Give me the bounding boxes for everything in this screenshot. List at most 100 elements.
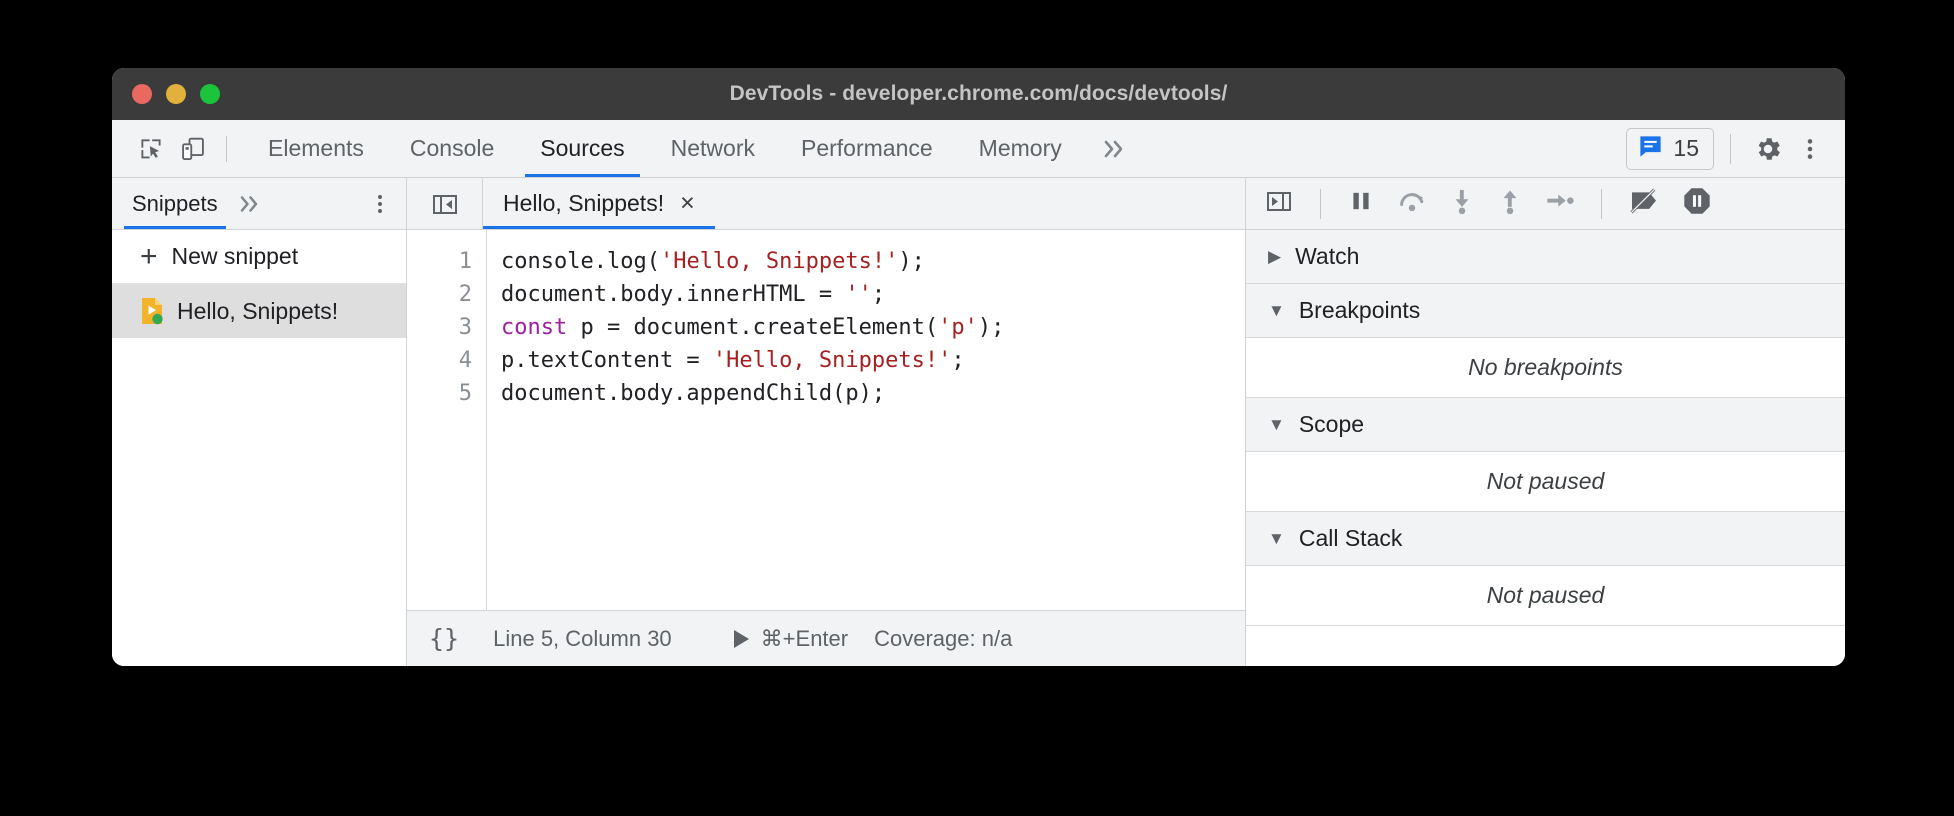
screenshot-root: DevTools - developer.chrome.com/docs/dev… xyxy=(0,0,1954,816)
line-number-gutter: 12345 xyxy=(407,230,487,610)
new-snippet-button[interactable]: + New snippet xyxy=(112,230,406,284)
code-line: const p = document.createElement('p'); xyxy=(501,311,1245,344)
chevron-down-icon: ▼ xyxy=(1268,302,1285,319)
more-vertical-icon[interactable] xyxy=(1789,128,1831,170)
code-token: ); xyxy=(978,315,1005,340)
debugger-pane: ▶ Watch ▼ Breakpoints No breakpoints ▼ S… xyxy=(1245,178,1845,666)
tab-network-label: Network xyxy=(671,135,755,162)
section-header-breakpoints[interactable]: ▼ Breakpoints xyxy=(1246,284,1845,338)
chevron-right-icon: ▶ xyxy=(1268,248,1281,265)
close-window-button[interactable] xyxy=(132,84,152,104)
window-title: DevTools - developer.chrome.com/docs/dev… xyxy=(112,82,1845,106)
step-over-icon[interactable] xyxy=(1397,187,1427,220)
section-header-watch[interactable]: ▶ Watch xyxy=(1246,230,1845,284)
code-editor[interactable]: 12345 console.log('Hello, Snippets!');do… xyxy=(407,230,1245,610)
tab-sources-label: Sources xyxy=(540,135,624,162)
show-navigator-icon[interactable] xyxy=(407,178,483,229)
toolbar-divider xyxy=(226,136,227,162)
code-token: p.textContent = xyxy=(501,348,713,373)
code-token: '' xyxy=(845,282,872,307)
section-header-scope[interactable]: ▼ Scope xyxy=(1246,398,1845,452)
section-title-breakpoints: Breakpoints xyxy=(1299,297,1420,324)
list-item-label: Hello, Snippets! xyxy=(177,298,338,325)
editor-file-tab[interactable]: Hello, Snippets! × xyxy=(483,178,715,229)
pause-on-exceptions-icon[interactable] xyxy=(1682,186,1712,221)
line-number: 1 xyxy=(407,245,472,278)
step-out-icon[interactable] xyxy=(1497,187,1523,220)
close-icon[interactable]: × xyxy=(680,191,695,216)
code-line: console.log('Hello, Snippets!'); xyxy=(501,245,1245,278)
tab-elements[interactable]: Elements xyxy=(245,120,387,177)
tab-sources[interactable]: Sources xyxy=(517,120,647,177)
code-token: 'p' xyxy=(938,315,978,340)
editor-file-tab-label: Hello, Snippets! xyxy=(503,190,664,217)
devtools-body: Snippets xyxy=(112,178,1845,666)
run-shortcut-label: ⌘+Enter xyxy=(761,626,848,652)
code-line: document.body.appendChild(p); xyxy=(501,377,1245,410)
code-token: 'Hello, Snippets!' xyxy=(713,348,951,373)
editor-status-bar: {} Line 5, Column 30 ⌘+Enter Coverage: n… xyxy=(407,610,1245,666)
devtools-main-toolbar: Elements Console Sources Network Perform… xyxy=(112,120,1845,178)
message-count-label: 15 xyxy=(1673,135,1699,162)
code-token: document.body.innerHTML = xyxy=(501,282,845,307)
debugger-toolbar xyxy=(1246,178,1845,230)
show-debugger-sidebar-icon[interactable] xyxy=(1264,186,1294,221)
devtools-window: DevTools - developer.chrome.com/docs/dev… xyxy=(112,68,1845,666)
play-icon xyxy=(734,630,749,648)
line-number: 4 xyxy=(407,344,472,377)
inspect-element-icon[interactable] xyxy=(130,128,172,170)
coverage-label: Coverage: n/a xyxy=(874,626,1012,652)
step-into-icon[interactable] xyxy=(1449,187,1475,220)
tab-memory[interactable]: Memory xyxy=(956,120,1085,177)
gear-icon[interactable] xyxy=(1747,128,1789,170)
section-title-call-stack: Call Stack xyxy=(1299,525,1403,552)
debugger-sections: ▶ Watch ▼ Breakpoints No breakpoints ▼ S… xyxy=(1246,230,1845,626)
more-vertical-icon[interactable] xyxy=(368,192,392,216)
navigator-tab-snippets[interactable]: Snippets xyxy=(126,178,224,229)
navigator-header: Snippets xyxy=(112,178,406,230)
list-item[interactable]: Hello, Snippets! xyxy=(112,284,406,338)
section-header-call-stack[interactable]: ▼ Call Stack xyxy=(1246,512,1845,566)
snippet-file-icon xyxy=(140,297,164,325)
editor-tabbar: Hello, Snippets! × xyxy=(407,178,1245,230)
code-token: const xyxy=(501,315,567,340)
tab-performance[interactable]: Performance xyxy=(778,120,956,177)
step-icon[interactable] xyxy=(1545,188,1575,219)
debugger-toolbar-divider xyxy=(1320,189,1321,219)
code-line: p.textContent = 'Hello, Snippets!'; xyxy=(501,344,1245,377)
chevron-double-right-icon[interactable] xyxy=(224,194,280,214)
traffic-lights xyxy=(132,84,220,104)
panel-tabs: Elements Console Sources Network Perform… xyxy=(245,120,1147,177)
message-bubble-icon xyxy=(1637,133,1664,165)
chevron-down-icon: ▼ xyxy=(1268,416,1285,433)
deactivate-breakpoints-icon[interactable] xyxy=(1628,186,1660,221)
line-number: 2 xyxy=(407,278,472,311)
format-code-icon[interactable]: {} xyxy=(429,624,459,653)
pause-script-icon[interactable] xyxy=(1347,187,1375,220)
tab-console[interactable]: Console xyxy=(387,120,517,177)
debugger-toolbar-divider-2 xyxy=(1601,189,1602,219)
code-token: p = document.createElement( xyxy=(567,315,938,340)
plus-icon: + xyxy=(140,242,158,272)
device-toolbar-icon[interactable] xyxy=(172,128,214,170)
code-content[interactable]: console.log('Hello, Snippets!');document… xyxy=(487,230,1245,610)
chevron-double-right-icon[interactable] xyxy=(1085,120,1147,177)
minimize-window-button[interactable] xyxy=(166,84,186,104)
code-token: console.log( xyxy=(501,249,660,274)
line-number: 3 xyxy=(407,311,472,344)
tab-performance-label: Performance xyxy=(801,135,933,162)
editor-pane: Hello, Snippets! × 12345 console.log('He… xyxy=(407,178,1245,666)
tab-network[interactable]: Network xyxy=(648,120,778,177)
code-token: ; xyxy=(951,348,964,373)
section-content-breakpoints: No breakpoints xyxy=(1246,338,1845,398)
chevron-down-icon: ▼ xyxy=(1268,530,1285,547)
code-line: document.body.innerHTML = ''; xyxy=(501,278,1245,311)
line-number: 5 xyxy=(407,377,472,410)
code-token: ; xyxy=(872,282,885,307)
maximize-window-button[interactable] xyxy=(200,84,220,104)
section-title-scope: Scope xyxy=(1299,411,1364,438)
message-count-button[interactable]: 15 xyxy=(1626,128,1714,170)
code-token: 'Hello, Snippets!' xyxy=(660,249,898,274)
run-snippet-button[interactable]: ⌘+Enter xyxy=(734,626,848,652)
tab-elements-label: Elements xyxy=(268,135,364,162)
